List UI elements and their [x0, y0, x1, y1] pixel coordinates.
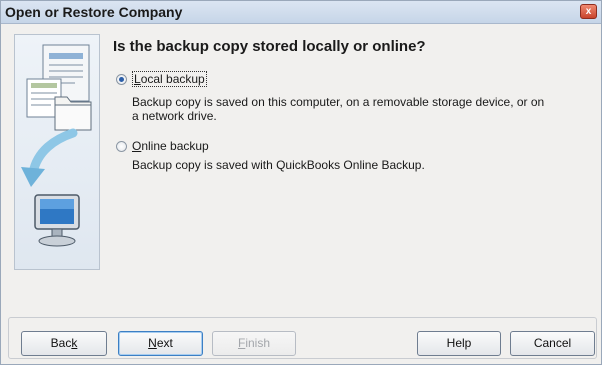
backup-illustration: [14, 34, 100, 270]
open-restore-dialog: Open or Restore Company x Is the backup …: [0, 0, 602, 365]
back-label-text: Bac: [50, 336, 72, 350]
local-backup-desc-line1: Backup copy is saved on this computer, o…: [132, 95, 545, 109]
local-backup-radio[interactable]: [116, 74, 127, 85]
next-label-text: ext: [156, 336, 173, 350]
back-accel: k: [71, 336, 78, 350]
online-backup-description: Backup copy is saved with QuickBooks Onl…: [132, 158, 552, 172]
online-backup-label-text: nline backup: [141, 139, 209, 153]
next-button[interactable]: Next: [118, 331, 203, 356]
local-backup-label-text: ocal backup: [140, 72, 205, 86]
cancel-button[interactable]: Cancel: [510, 331, 595, 356]
computer-monitor-icon: [34, 194, 80, 247]
close-button[interactable]: x: [580, 4, 597, 19]
curved-arrow-icon: [21, 128, 78, 187]
local-backup-accel: L: [134, 72, 141, 86]
back-button[interactable]: Back: [21, 331, 107, 356]
close-icon: x: [585, 6, 592, 17]
help-button[interactable]: Help: [417, 331, 501, 356]
online-backup-label[interactable]: Online backup: [132, 139, 209, 153]
local-backup-desc-line2: a network drive.: [132, 109, 217, 123]
online-backup-radio[interactable]: [116, 141, 127, 152]
question-heading: Is the backup copy stored locally or onl…: [113, 38, 426, 55]
folder-icon: [54, 96, 92, 131]
finish-button[interactable]: Finish: [212, 331, 296, 356]
next-accel: N: [148, 336, 157, 350]
title-bar: Open or Restore Company x: [1, 1, 601, 24]
local-backup-description: Backup copy is saved on this computer, o…: [132, 95, 552, 123]
local-backup-label-focus: Local backup: [132, 71, 207, 87]
illustration-graphic: [21, 44, 92, 247]
local-backup-label[interactable]: Local backup: [132, 71, 207, 87]
window-title: Open or Restore Company: [5, 4, 183, 20]
online-backup-desc-line1: Backup copy is saved with QuickBooks Onl…: [132, 158, 425, 172]
online-backup-accel: O: [132, 139, 142, 153]
finish-label-text: inish: [245, 336, 271, 350]
